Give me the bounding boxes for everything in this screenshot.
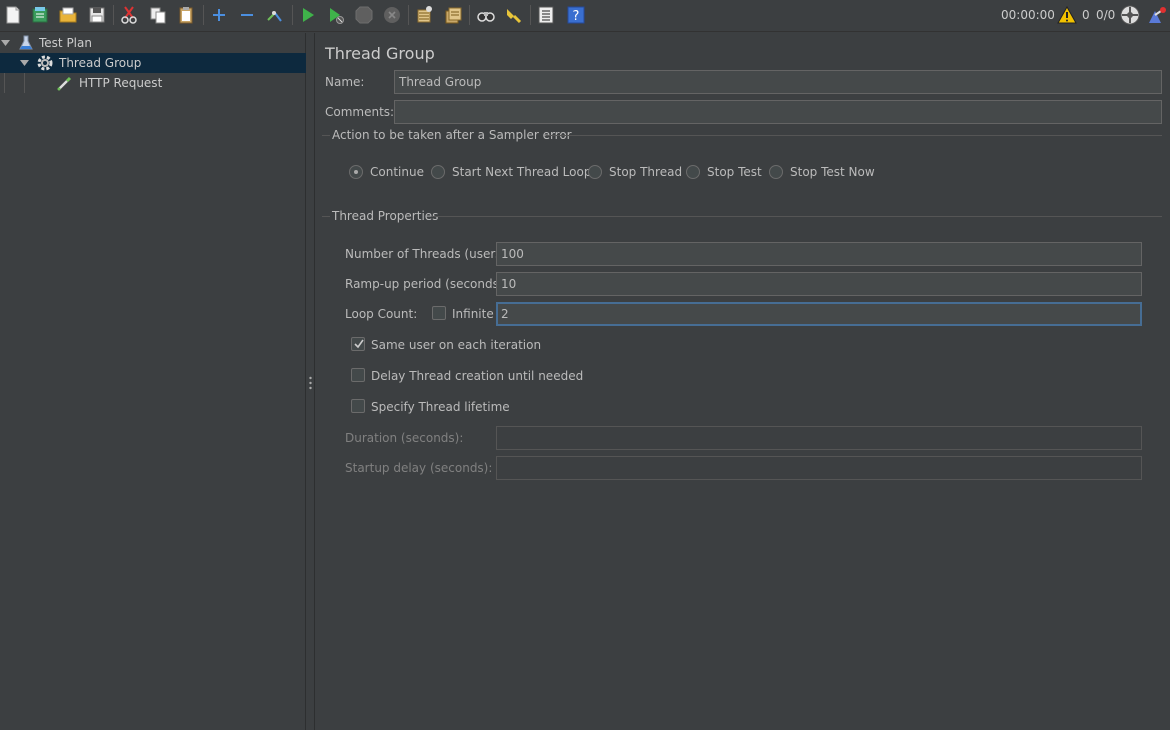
same-user-checkbox[interactable] [351, 337, 365, 351]
name-value: Thread Group [399, 75, 482, 89]
split-pane-divider[interactable] [306, 33, 315, 730]
error-count: 0 [1082, 8, 1090, 22]
tree-item-label: Test Plan [39, 36, 92, 50]
gear-icon [37, 55, 53, 71]
tree-item-test-plan[interactable]: Test Plan [0, 33, 306, 53]
radio-stop-test-now[interactable] [769, 165, 783, 179]
reset-search-icon[interactable] [503, 4, 525, 26]
loop-count-value: 2 [501, 307, 509, 321]
duration-label: Duration (seconds): [345, 431, 464, 445]
thread-lifetime-label[interactable]: Specify Thread lifetime [371, 400, 510, 414]
delay-thread-label[interactable]: Delay Thread creation until needed [371, 369, 583, 383]
rampup-value: 10 [501, 277, 517, 291]
copy-icon[interactable] [147, 4, 169, 26]
test-plan-tree: Test Plan Thread Group HTTP Request [0, 33, 306, 730]
delay-thread-checkbox[interactable] [351, 368, 365, 382]
expand-toggle-icon[interactable] [19, 58, 29, 68]
name-input[interactable]: Thread Group [394, 70, 1162, 94]
pipette-icon [57, 76, 72, 91]
name-label: Name: [325, 75, 365, 89]
thread-properties-section-title: Thread Properties [332, 209, 439, 223]
log-viewer-icon[interactable] [1146, 5, 1168, 27]
remote-icon[interactable] [1120, 5, 1140, 25]
toggle-icon[interactable] [264, 4, 286, 26]
stop-icon[interactable] [353, 4, 375, 26]
shutdown-icon[interactable] [381, 4, 403, 26]
radio-stop-test[interactable] [686, 165, 700, 179]
infinite-checkbox[interactable] [432, 306, 446, 320]
page-title: Thread Group [325, 44, 435, 63]
checkmark-icon [354, 339, 364, 349]
elapsed-timer: 00:00:00 [1001, 8, 1055, 22]
active-threads: 0/0 [1096, 8, 1116, 22]
loop-count-input[interactable]: 2 [496, 302, 1142, 326]
duration-input[interactable] [496, 426, 1142, 450]
rampup-input[interactable]: 10 [496, 272, 1142, 296]
clear-icon[interactable] [413, 4, 435, 26]
tree-item-label: HTTP Request [79, 76, 163, 90]
search-icon[interactable] [475, 4, 497, 26]
comments-input[interactable] [394, 100, 1162, 124]
infinite-label[interactable]: Infinite [452, 307, 494, 321]
expand-toggle-icon[interactable] [0, 38, 10, 48]
radio-start-next-thread-loop-label[interactable]: Start Next Thread Loop [452, 165, 591, 179]
drag-handle-icon[interactable] [309, 376, 312, 390]
startup-delay-input[interactable] [496, 456, 1142, 480]
function-helper-icon[interactable] [535, 4, 557, 26]
collapse-icon[interactable] [236, 4, 258, 26]
same-user-label[interactable]: Same user on each iteration [371, 338, 541, 352]
threads-value: 100 [501, 247, 524, 261]
help-icon[interactable]: ? [565, 4, 587, 26]
tree-item-thread-group[interactable]: Thread Group [0, 53, 306, 73]
clear-all-icon[interactable] [442, 4, 464, 26]
tree-item-label: Thread Group [59, 56, 142, 70]
threads-input[interactable]: 100 [496, 242, 1142, 266]
templates-icon[interactable] [29, 4, 51, 26]
loop-count-label: Loop Count: [345, 307, 418, 321]
thread-group-panel: Thread Group Name: Thread Group Comments… [316, 33, 1170, 730]
comments-label: Comments: [325, 105, 395, 119]
warning-icon[interactable] [1057, 5, 1077, 25]
open-icon[interactable] [57, 4, 79, 26]
radio-stop-test-label[interactable]: Stop Test [707, 165, 762, 179]
cut-icon[interactable] [118, 4, 140, 26]
radio-continue[interactable] [349, 165, 363, 179]
radio-stop-test-now-label[interactable]: Stop Test Now [790, 165, 875, 179]
thread-lifetime-checkbox[interactable] [351, 399, 365, 413]
save-icon[interactable] [86, 4, 108, 26]
radio-start-next-thread-loop[interactable] [431, 165, 445, 179]
start-icon[interactable] [297, 4, 319, 26]
new-icon[interactable] [2, 4, 24, 26]
svg-text:?: ? [573, 9, 580, 24]
rampup-label: Ramp-up period (seconds): [345, 277, 508, 291]
startup-delay-label: Startup delay (seconds): [345, 461, 493, 475]
flask-icon [19, 35, 33, 50]
start-no-pause-icon[interactable] [325, 4, 347, 26]
tree-item-http-request[interactable]: HTTP Request [0, 73, 306, 93]
toolbar: ? 00:00:00 0 0/0 [0, 0, 1170, 32]
expand-icon[interactable] [208, 4, 230, 26]
radio-stop-thread[interactable] [588, 165, 602, 179]
paste-icon[interactable] [175, 4, 197, 26]
sampler-error-section-title: Action to be taken after a Sampler error [332, 128, 572, 142]
radio-stop-thread-label[interactable]: Stop Thread [609, 165, 682, 179]
radio-continue-label[interactable]: Continue [370, 165, 424, 179]
threads-label: Number of Threads (users): [345, 247, 511, 261]
